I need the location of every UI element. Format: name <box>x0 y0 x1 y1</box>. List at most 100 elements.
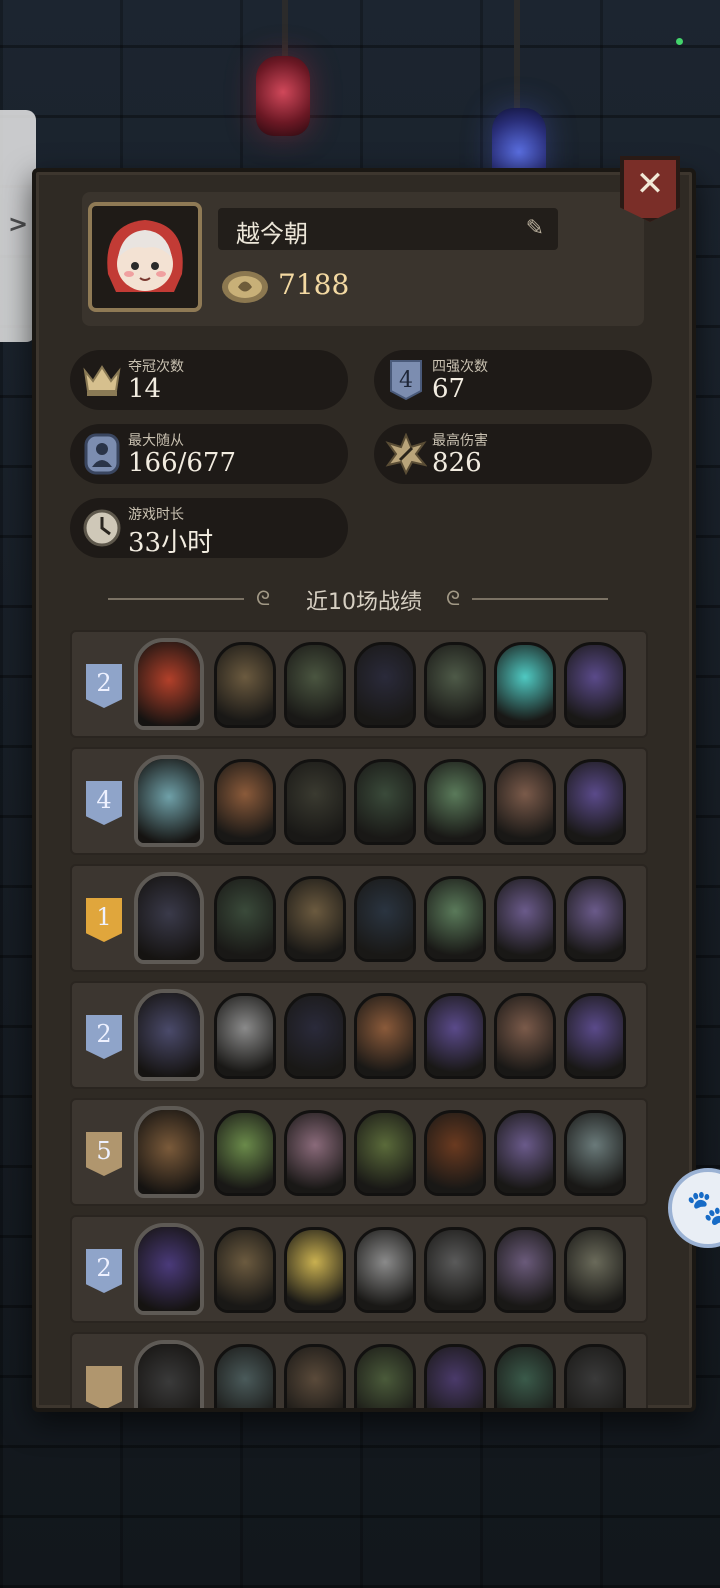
stat-label: 游戏时长 <box>128 507 184 523</box>
minion-art <box>497 645 553 725</box>
minion-portrait[interactable] <box>284 642 346 728</box>
stat-label: 最大随从 <box>128 433 184 449</box>
minion-portrait[interactable] <box>564 993 626 1079</box>
minion-portrait[interactable] <box>424 1344 486 1408</box>
minion-portrait[interactable] <box>214 993 276 1079</box>
minion-portrait[interactable] <box>354 1110 416 1196</box>
minion-art <box>217 879 273 959</box>
match-row[interactable]: 4 <box>70 747 648 855</box>
minion-portrait[interactable] <box>494 1344 556 1408</box>
minion-portrait[interactable] <box>214 642 276 728</box>
minion-portrait[interactable] <box>424 993 486 1079</box>
player-name-field[interactable]: 越今朝 ✎ <box>218 208 558 250</box>
match-row[interactable]: 2 <box>70 630 648 738</box>
minion-portrait[interactable] <box>214 1344 276 1408</box>
minion-portrait[interactable] <box>354 1227 416 1313</box>
stat-label: 夺冠次数 <box>128 359 184 375</box>
minion-portrait[interactable] <box>354 876 416 962</box>
minion-art <box>287 762 343 842</box>
minion-art <box>497 1113 553 1193</box>
minion-art <box>427 1113 483 1193</box>
minion-portrait[interactable] <box>284 876 346 962</box>
damage-burst-icon <box>384 432 428 476</box>
minion-portrait[interactable] <box>424 1227 486 1313</box>
hero-portrait[interactable] <box>134 1106 204 1198</box>
gold-coin-icon <box>222 271 268 303</box>
match-row[interactable] <box>70 1332 648 1408</box>
player-name: 越今朝 <box>236 220 308 248</box>
minion-portrait[interactable] <box>424 759 486 845</box>
stat-play-time: 游戏时长 33小时 <box>70 498 348 558</box>
minion-portrait[interactable] <box>494 876 556 962</box>
minion-art <box>497 1230 553 1310</box>
minion-art <box>567 1230 623 1310</box>
minion-portrait[interactable] <box>284 1227 346 1313</box>
minion-portrait[interactable] <box>424 642 486 728</box>
hero-portrait[interactable] <box>134 1340 204 1408</box>
minion-portrait[interactable] <box>494 759 556 845</box>
stat-value: 67 <box>432 374 466 404</box>
stat-value: 826 <box>432 448 482 478</box>
minion-portrait[interactable] <box>564 1227 626 1313</box>
hero-art <box>138 876 200 960</box>
minion-portrait[interactable] <box>564 1110 626 1196</box>
hero-portrait[interactable] <box>134 638 204 730</box>
minion-portrait[interactable] <box>214 1227 276 1313</box>
minion-portrait[interactable] <box>564 642 626 728</box>
minion-portrait[interactable] <box>494 1227 556 1313</box>
minion-art <box>357 879 413 959</box>
minion-portrait[interactable] <box>564 1344 626 1408</box>
match-row[interactable]: 1 <box>70 864 648 972</box>
player-profile-panel: 越今朝 ✎ 7188 夺冠次数 14 4 四强次数 67 最大随从 166/67… <box>32 168 696 1412</box>
pencil-icon[interactable]: ✎ <box>526 216 544 241</box>
minion-portrait[interactable] <box>354 1344 416 1408</box>
minion-portrait[interactable] <box>214 759 276 845</box>
minion-portrait[interactable] <box>564 759 626 845</box>
match-row[interactable]: 5 <box>70 1098 648 1206</box>
minion-art <box>497 1347 553 1408</box>
minion-portrait[interactable] <box>564 876 626 962</box>
minion-portrait[interactable] <box>494 642 556 728</box>
minion-portrait[interactable] <box>284 1344 346 1408</box>
section-title: 近10场战绩 <box>306 590 422 615</box>
minion-portrait[interactable] <box>494 993 556 1079</box>
minion-portrait[interactable] <box>354 642 416 728</box>
minion-portrait[interactable] <box>494 1110 556 1196</box>
minion-art <box>357 762 413 842</box>
placement-badge: 2 <box>86 1015 122 1059</box>
minion-art <box>357 1113 413 1193</box>
hero-art <box>138 759 200 843</box>
minion-card-icon <box>80 432 124 476</box>
minion-art <box>567 879 623 959</box>
avatar[interactable] <box>88 202 202 312</box>
hero-portrait[interactable] <box>134 872 204 964</box>
stat-championships: 夺冠次数 14 <box>70 350 348 410</box>
match-row[interactable]: 2 <box>70 1215 648 1323</box>
chevron-right-icon: > <box>8 210 29 238</box>
minion-portrait[interactable] <box>214 1110 276 1196</box>
hero-portrait[interactable] <box>134 1223 204 1315</box>
svg-text:4: 4 <box>399 368 413 393</box>
minion-portrait[interactable] <box>354 759 416 845</box>
hero-portrait[interactable] <box>134 989 204 1081</box>
minion-portrait[interactable] <box>284 1110 346 1196</box>
match-row[interactable]: 2 <box>70 981 648 1089</box>
lamp-chain <box>514 0 520 110</box>
minion-art <box>287 1347 343 1408</box>
minion-art <box>217 1347 273 1408</box>
placement-badge: 5 <box>86 1132 122 1176</box>
minion-art <box>287 1230 343 1310</box>
minion-portrait[interactable] <box>214 876 276 962</box>
minion-portrait[interactable] <box>284 759 346 845</box>
hero-portrait[interactable] <box>134 755 204 847</box>
side-drawer-tab[interactable]: > <box>0 110 36 342</box>
minion-portrait[interactable] <box>424 1110 486 1196</box>
minion-portrait[interactable] <box>424 876 486 962</box>
minion-art <box>357 1230 413 1310</box>
minion-portrait[interactable] <box>284 993 346 1079</box>
stat-max-minions: 最大随从 166/677 <box>70 424 348 484</box>
minion-art <box>217 1113 273 1193</box>
crown-icon <box>80 358 124 402</box>
minion-portrait[interactable] <box>354 993 416 1079</box>
hero-art <box>138 642 200 726</box>
